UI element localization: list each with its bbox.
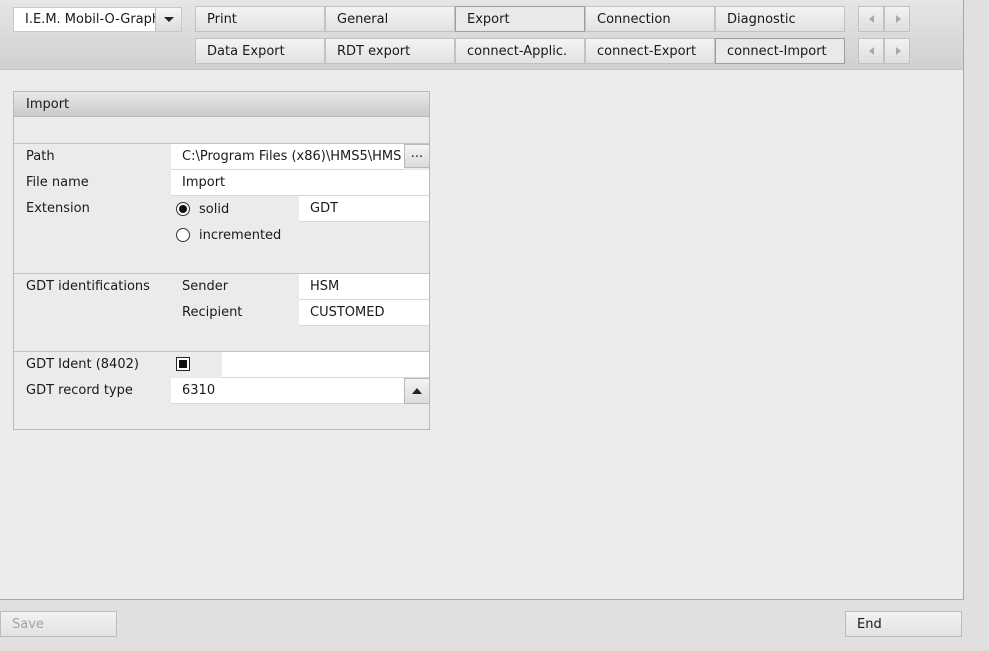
tab-connect-import[interactable]: connect-Import	[715, 38, 845, 64]
tab-data-export[interactable]: Data Export	[195, 38, 325, 64]
extension-solid-label: solid	[199, 202, 230, 217]
browse-button[interactable]: ...	[404, 144, 430, 168]
sender-field[interactable]: HSM	[299, 274, 429, 300]
arrow-left-icon	[869, 47, 874, 55]
arrow-left-icon	[869, 15, 874, 23]
gdt-record-type-field[interactable]: 6310	[171, 378, 405, 404]
gdt-identifications-label: GDT identifications	[26, 279, 150, 294]
gdt-ident-8402-label: GDT Ident (8402)	[26, 357, 139, 372]
save-button-label: Save	[12, 617, 44, 632]
tabs-row1-next-button[interactable]	[884, 6, 910, 32]
sender-value: HSM	[310, 279, 340, 294]
sender-label: Sender	[182, 279, 229, 294]
tab-diagnostic[interactable]: Diagnostic	[715, 6, 845, 32]
extension-solid-radio[interactable]	[176, 202, 190, 216]
arrow-up-icon	[412, 388, 422, 394]
filename-field[interactable]: Import	[171, 170, 429, 196]
filename-value: Import	[182, 175, 226, 190]
path-value: C:\Program Files (x86)\HMS5\HMS	[182, 149, 402, 164]
end-button[interactable]: End	[845, 611, 962, 637]
recipient-label: Recipient	[182, 305, 243, 320]
arrow-right-icon	[896, 47, 901, 55]
tabs-row2-next-button[interactable]	[884, 38, 910, 64]
import-panel: Import Path C:\Program Files (x86)\HMS5\…	[13, 91, 430, 430]
recipient-value: CUSTOMED	[310, 305, 385, 320]
device-select[interactable]: I.E.M. Mobil-O-Graph	[13, 7, 182, 32]
gdt-ident-8402-checkbox[interactable]	[176, 357, 190, 371]
gdt-record-type-label: GDT record type	[26, 383, 133, 398]
gdt-record-type-value: 6310	[182, 383, 216, 398]
tab-rdt-export[interactable]: RDT export	[325, 38, 455, 64]
tab-export[interactable]: Export	[455, 6, 585, 32]
tabs-row1-prev-button[interactable]	[858, 6, 884, 32]
extension-incremented-radio[interactable]	[176, 228, 190, 242]
extension-label: Extension	[26, 201, 90, 216]
tab-connect-export[interactable]: connect-Export	[585, 38, 715, 64]
header-toolbar: I.E.M. Mobil-O-Graph Print General Expor…	[0, 0, 963, 70]
end-button-label: End	[857, 617, 882, 632]
tab-print[interactable]: Print	[195, 6, 325, 32]
panel-header: Import	[14, 92, 429, 117]
extension-incremented-label: incremented	[199, 228, 282, 243]
tabs-row2-prev-button[interactable]	[858, 38, 884, 64]
save-button[interactable]: Save	[0, 611, 117, 637]
tab-connection[interactable]: Connection	[585, 6, 715, 32]
path-label: Path	[26, 149, 55, 164]
tab-connect-applic[interactable]: connect-Applic.	[455, 38, 585, 64]
extension-value: GDT	[310, 201, 339, 216]
gdt-ident-8402-field[interactable]	[222, 352, 429, 378]
path-field[interactable]: C:\Program Files (x86)\HMS5\HMS	[171, 144, 405, 170]
arrow-right-icon	[896, 15, 901, 23]
filename-label: File name	[26, 175, 89, 190]
panel-title: Import	[26, 97, 70, 112]
tab-general[interactable]: General	[325, 6, 455, 32]
recipient-field[interactable]: CUSTOMED	[299, 300, 429, 326]
chevron-down-icon[interactable]	[155, 8, 181, 31]
record-type-up-button[interactable]	[404, 378, 430, 404]
device-select-value: I.E.M. Mobil-O-Graph	[25, 12, 161, 27]
extension-field[interactable]: GDT	[299, 196, 429, 222]
